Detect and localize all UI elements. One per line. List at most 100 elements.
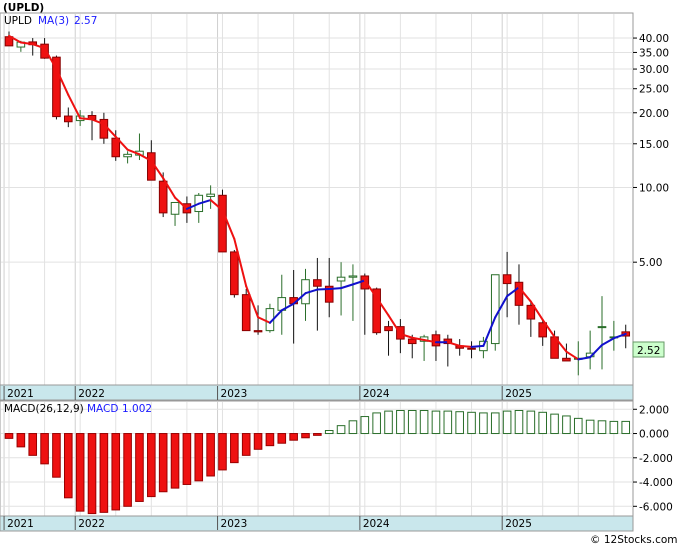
macd-y-tick-label: -4.000 — [639, 477, 673, 489]
price-y-tick-label: 10.00 — [639, 182, 669, 194]
ma-segment — [470, 344, 485, 348]
macd-bar — [52, 433, 61, 478]
macd-bar — [562, 415, 571, 435]
macd-bar — [64, 433, 73, 499]
candle-body — [467, 347, 476, 350]
macd-bar — [431, 410, 441, 435]
candle-body — [170, 201, 180, 215]
macd-bar — [111, 433, 121, 511]
year-label: 2022 — [78, 518, 105, 530]
chart-canvas: (UPLD) 40.00 35.00 30.00 25.00 20.00 15.00 10.… — [0, 2, 678, 546]
price-y-tick-label: 35.00 — [639, 47, 669, 59]
macd-bar — [241, 433, 251, 456]
macd-bar — [467, 411, 476, 435]
copyright-text: © 12Stocks.com — [590, 534, 678, 546]
macd-bar — [218, 433, 227, 471]
macd-bar — [479, 412, 488, 435]
macd-bar — [170, 433, 180, 489]
macd-bar — [99, 433, 109, 513]
macd-bar — [40, 433, 49, 465]
macd-bar — [135, 433, 144, 502]
ma-segment — [458, 344, 473, 348]
macd-bar — [585, 419, 595, 435]
macd-bar — [16, 433, 26, 448]
macd-bar — [324, 430, 334, 435]
macd-bar — [301, 433, 310, 439]
year-label: 2023 — [221, 388, 248, 400]
macd-bar — [419, 409, 429, 435]
year-label: 2024 — [363, 388, 390, 400]
macd-bar — [538, 411, 548, 435]
candle-body — [502, 274, 512, 285]
macd-bar — [313, 433, 322, 436]
candle-body — [372, 288, 381, 334]
macd-bar — [550, 413, 559, 435]
year-label: 2021 — [7, 518, 34, 530]
candle-body — [253, 330, 263, 333]
candle-body — [313, 279, 322, 287]
macd-bar — [123, 433, 132, 507]
macd-bar — [348, 420, 358, 435]
macd-bar — [526, 410, 536, 435]
candle-body — [360, 275, 370, 290]
ma-segment — [79, 117, 94, 121]
chart-title: (UPLD) — [3, 2, 44, 14]
year-label: 2021 — [7, 388, 34, 400]
candle-body — [123, 153, 132, 158]
price-y-tick-label: 15.00 — [639, 139, 669, 151]
macd-y-tick-label: -6.000 — [639, 501, 673, 513]
macd-y-tick-label: 2.000 — [639, 404, 669, 416]
year-label: 2022 — [78, 388, 105, 400]
year-label: 2025 — [505, 518, 532, 530]
macd-bar — [372, 412, 381, 435]
macd-bar — [455, 411, 464, 435]
candle-body — [407, 338, 417, 345]
macd-bar — [360, 416, 370, 435]
macd-bar — [396, 409, 405, 435]
macd-bar — [289, 433, 298, 441]
legend-ma-value: 2.57 — [74, 15, 97, 27]
ma-segment — [316, 287, 331, 291]
price-y-tick-label: 30.00 — [639, 64, 669, 76]
legend-symbol: UPLD — [4, 15, 32, 27]
macd-bar — [75, 433, 85, 512]
candle-body — [218, 194, 227, 253]
macd-y-tick-label: -2.000 — [639, 453, 673, 465]
price-y-tick-label: 20.00 — [639, 108, 669, 120]
candle-body — [241, 294, 251, 332]
candle-body — [490, 274, 500, 345]
macd-bar — [158, 433, 168, 493]
macd-bar — [4, 433, 14, 439]
candle-body — [514, 281, 524, 306]
macd-bar — [253, 433, 263, 450]
macd-bar — [147, 433, 156, 498]
candle-body — [206, 193, 215, 197]
macd-bar — [28, 433, 38, 456]
year-label: 2023 — [221, 518, 248, 530]
macd-bar — [490, 412, 500, 435]
price-y-tick-label: 5.00 — [639, 257, 662, 269]
macd-y-axis: 2.000 0.000 -2.000 -4.000 -6.000 — [633, 404, 673, 513]
macd-bar — [182, 433, 192, 485]
macd-legend-title: MACD(26,12,9) — [4, 403, 84, 415]
macd-bar — [502, 410, 512, 435]
macd-bar — [206, 433, 215, 477]
candle-body — [158, 180, 168, 214]
price-y-tick-label: 25.00 — [639, 84, 669, 96]
legend-ma-label: MA(3) — [38, 15, 69, 27]
stock-chart: (UPLD) 40.00 35.00 30.00 25.00 20.00 15.00 10.… — [0, 0, 680, 546]
macd-bar — [597, 420, 607, 435]
macd-legend-value: 1.002 — [122, 403, 152, 415]
macd-legend-label: MACD — [87, 403, 118, 415]
candle-body — [597, 326, 607, 329]
last-price-label: 2.52 — [637, 345, 660, 357]
macd-bar — [407, 409, 417, 435]
macd-y-tick-label: 0.000 — [639, 429, 669, 441]
macd-bar — [194, 433, 204, 482]
macd-bar — [384, 410, 393, 435]
price-panel — [0, 12, 634, 401]
macd-bar — [609, 420, 619, 435]
year-label: 2024 — [363, 518, 390, 530]
candle-body — [431, 334, 441, 347]
macd-bar — [573, 417, 583, 435]
